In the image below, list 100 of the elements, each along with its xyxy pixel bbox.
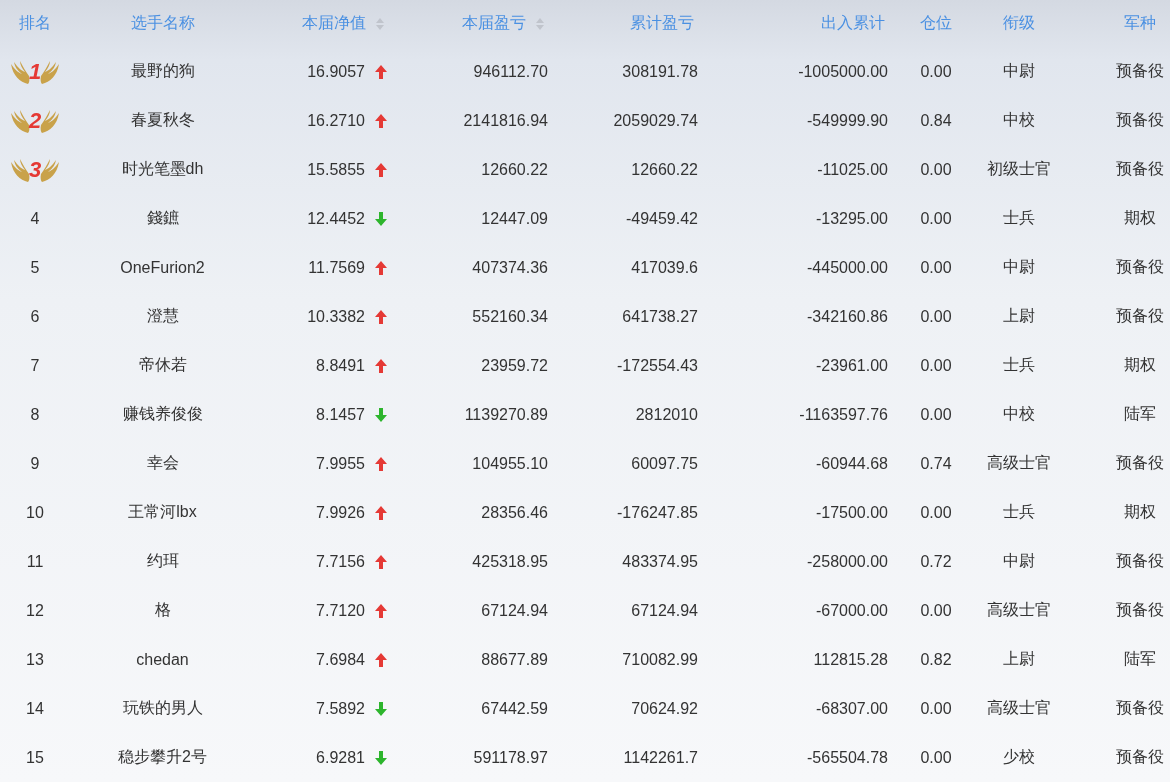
profit-value: 23959.72: [481, 356, 548, 375]
position-value: 0.00: [920, 748, 952, 767]
flow-value: -11025.00: [817, 160, 888, 179]
cumulative-value: 2812010: [635, 405, 698, 424]
branch-text: 预备役: [1116, 110, 1164, 130]
cumulative-value: 60097.75: [631, 454, 698, 473]
rank-number: 3: [28, 156, 42, 183]
rank-number: 12: [26, 601, 44, 620]
rank-number: 11: [26, 552, 44, 571]
position-value: 0.00: [920, 601, 952, 620]
branch-text: 预备役: [1116, 257, 1164, 277]
cumulative-value: 483374.95: [622, 552, 698, 571]
column-header[interactable]: 选手名称: [130, 13, 195, 34]
branch-text: 预备役: [1116, 306, 1164, 326]
position-value: 0.00: [920, 699, 952, 718]
cumulative-value: 70624.92: [631, 699, 698, 718]
sort-icon[interactable]: [535, 16, 545, 31]
player-name: 稳步攀升2号: [118, 747, 207, 767]
rank-number: 7: [30, 356, 40, 375]
grade-text: 中校: [1003, 404, 1035, 424]
position-value: 0.72: [920, 552, 952, 571]
branch-text: 陆军: [1124, 649, 1156, 669]
grade-text: 中校: [1003, 110, 1035, 130]
player-name: 幸会: [146, 453, 179, 473]
branch-text: 预备役: [1116, 698, 1164, 718]
column-header[interactable]: 排名: [19, 13, 51, 34]
column-header[interactable]: 本届净值: [302, 13, 366, 34]
grade-text: 上尉: [1003, 306, 1035, 326]
sort-icon[interactable]: [375, 16, 385, 31]
player-name: 帝休若: [138, 355, 187, 375]
branch-text: 预备役: [1116, 551, 1164, 571]
profit-value: 67124.94: [481, 601, 548, 620]
rank-number: 14: [26, 699, 44, 718]
profit-value: 591178.97: [473, 748, 548, 767]
flow-value: -445000.00: [807, 258, 888, 277]
profit-value: 425318.95: [472, 552, 548, 571]
player-name: chedan: [136, 650, 189, 669]
column-header[interactable]: 衔级: [1003, 13, 1035, 34]
net-value: 7.5892: [316, 699, 365, 718]
net-value: 7.6984: [316, 650, 365, 669]
column-header[interactable]: 本届盈亏: [462, 13, 526, 34]
profit-value: 88677.89: [481, 650, 548, 669]
player-name: 时光笔墨dh: [121, 159, 204, 179]
grade-text: 士兵: [1003, 208, 1035, 228]
net-value: 6.9281: [316, 748, 365, 767]
rank-number: 13: [26, 650, 44, 669]
cumulative-value: 67124.94: [631, 601, 698, 620]
rank-number: 2: [28, 107, 42, 134]
cumulative-value: 1142261.7: [623, 748, 698, 767]
profit-value: 104955.10: [472, 454, 548, 473]
profit-value: 28356.46: [481, 503, 548, 522]
profit-value: 12447.09: [481, 209, 548, 228]
grade-text: 士兵: [1003, 502, 1035, 522]
cumulative-value: 12660.22: [631, 160, 698, 179]
flow-value: 112815.28: [813, 650, 888, 669]
net-value: 11.7569: [308, 258, 365, 277]
flow-value: -13295.00: [815, 209, 888, 228]
position-value: 0.00: [920, 209, 952, 228]
profit-value: 2141816.94: [463, 111, 548, 130]
column-header[interactable]: 出入累计: [821, 13, 885, 34]
profit-value: 67442.59: [481, 699, 548, 718]
flow-value: -17500.00: [815, 503, 888, 522]
profit-value: 1139270.89: [464, 405, 548, 424]
net-value: 16.2710: [307, 111, 365, 130]
net-value: 10.3382: [307, 307, 365, 326]
grade-text: 上尉: [1003, 649, 1035, 669]
column-header[interactable]: 累计盈亏: [630, 13, 694, 34]
branch-text: 预备役: [1116, 600, 1164, 620]
profit-value: 552160.34: [472, 307, 548, 326]
flow-value: -60944.68: [815, 454, 888, 473]
net-value: 15.5855: [307, 160, 365, 179]
player-name: 澄慧: [146, 306, 179, 326]
position-value: 0.00: [920, 160, 952, 179]
grade-text: 中尉: [1003, 551, 1035, 571]
position-value: 0.00: [920, 405, 952, 424]
branch-text: 陆军: [1124, 404, 1156, 424]
net-value: 7.9955: [316, 454, 365, 473]
branch-text: 预备役: [1116, 747, 1164, 767]
player-name: 约珥: [146, 551, 179, 571]
grade-text: 初级士官: [987, 159, 1051, 179]
rank-number: 9: [30, 454, 40, 473]
rank-number: 15: [26, 748, 44, 767]
cumulative-value: 710082.99: [622, 650, 698, 669]
net-value: 7.9926: [316, 503, 365, 522]
column-header[interactable]: 军种: [1124, 13, 1156, 34]
player-name: OneFurion2: [120, 258, 205, 277]
rank-number: 1: [28, 58, 42, 85]
grade-text: 中尉: [1003, 61, 1035, 81]
cumulative-value: -172554.43: [617, 356, 698, 375]
flow-value: -68307.00: [815, 699, 888, 718]
branch-text: 期权: [1124, 355, 1156, 375]
grade-text: 士兵: [1003, 355, 1035, 375]
net-value: 7.7120: [316, 601, 365, 620]
position-value: 0.74: [920, 454, 952, 473]
rank-number: 10: [26, 503, 44, 522]
flow-value: -565504.78: [807, 748, 888, 767]
player-name: 玩铁的男人: [122, 698, 203, 718]
player-name: 赚钱养俊俊: [122, 404, 203, 424]
grade-text: 少校: [1003, 747, 1035, 767]
column-header[interactable]: 仓位: [920, 13, 952, 34]
